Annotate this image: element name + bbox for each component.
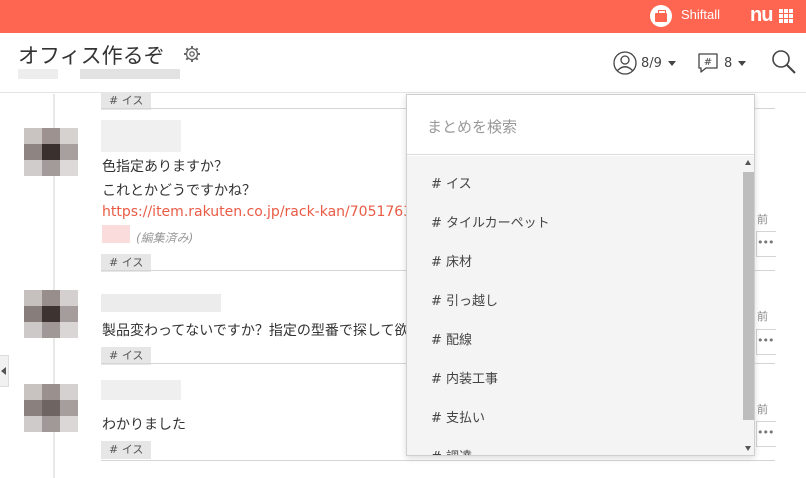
nu-logo: nu (750, 4, 773, 26)
scroll-down-arrow-icon[interactable] (745, 446, 751, 451)
summary-search-dropdown: まとめを検索 # イス # タイルカーペット # 床材 # 引っ越し # 配線 … (406, 94, 755, 456)
members-count: 8/9 (641, 55, 662, 71)
tag-option[interactable]: # 床材 (431, 251, 472, 270)
message-link[interactable]: https://item.rakuten.co.jp/rack-kan/7051… (102, 204, 432, 220)
room-header: オフィス作るぞ 8/9 # 8 (0, 33, 806, 93)
blurred-username (101, 120, 181, 152)
chevron-down-icon (738, 60, 747, 66)
more-options-button[interactable]: ••• (756, 421, 776, 447)
search-icon[interactable] (770, 48, 798, 76)
tag-option[interactable]: # イス (431, 173, 472, 192)
message-text: 色指定ありますか？ (102, 159, 228, 175)
scrollbar[interactable] (741, 156, 754, 455)
scrollbar-thumb[interactable] (743, 172, 754, 420)
message-text: わかりました (102, 417, 186, 433)
avatar[interactable] (24, 384, 78, 432)
edited-label: (編集済み) (136, 231, 194, 245)
tag-option[interactable]: # 調達 (431, 446, 472, 455)
blurred-username (101, 294, 221, 312)
tag-option[interactable]: # タイルカーペット (431, 212, 550, 231)
message-text: これとかどうですかね？ (102, 183, 256, 199)
top-bar: Shiftall nu (0, 0, 806, 33)
hashtag-bubble-icon: # (698, 53, 718, 73)
timestamp: 前 (757, 403, 768, 416)
summary-search-input[interactable]: まとめを検索 (407, 95, 754, 155)
svg-text:#: # (704, 57, 712, 68)
scroll-up-arrow-icon[interactable] (745, 160, 751, 165)
tags-control[interactable]: # 8 (696, 51, 747, 75)
more-options-button[interactable]: ••• (756, 329, 776, 355)
member-icon (613, 51, 637, 75)
members-control[interactable]: 8/9 (613, 51, 676, 75)
tags-count: 8 (724, 55, 733, 71)
briefcase-icon[interactable] (650, 5, 672, 27)
company-name[interactable]: Shiftall (681, 7, 720, 22)
blurred-edit-marker (102, 225, 130, 243)
tag-chip[interactable]: # イス (101, 441, 152, 459)
tag-option[interactable]: # 引っ越し (431, 290, 498, 309)
chevron-down-icon (667, 60, 676, 66)
blurred-subtitle (80, 69, 180, 79)
avatar[interactable] (24, 290, 78, 338)
more-options-button[interactable]: ••• (756, 231, 776, 257)
gear-icon[interactable] (183, 45, 201, 63)
blurred-subtitle (18, 69, 58, 79)
collapse-sidebar-button[interactable] (0, 355, 9, 387)
divider (101, 460, 775, 461)
tag-option[interactable]: # 内装工事 (431, 368, 498, 387)
blurred-username (101, 380, 181, 400)
tag-list: # イス # タイルカーペット # 床材 # 引っ越し # 配線 # 内装工事 … (407, 156, 741, 455)
tag-option[interactable]: # 支払い (431, 407, 485, 426)
avatar[interactable] (24, 128, 78, 176)
timestamp: 前 (757, 213, 768, 226)
message-text: 製品変わってないですか？指定の型番で探して欲 (102, 323, 409, 339)
search-placeholder: まとめを検索 (427, 118, 518, 136)
apps-grid-icon[interactable] (779, 9, 793, 23)
timestamp: 前 (757, 310, 768, 323)
room-title: オフィス作るぞ (18, 44, 165, 68)
tag-option[interactable]: # 配線 (431, 329, 472, 348)
